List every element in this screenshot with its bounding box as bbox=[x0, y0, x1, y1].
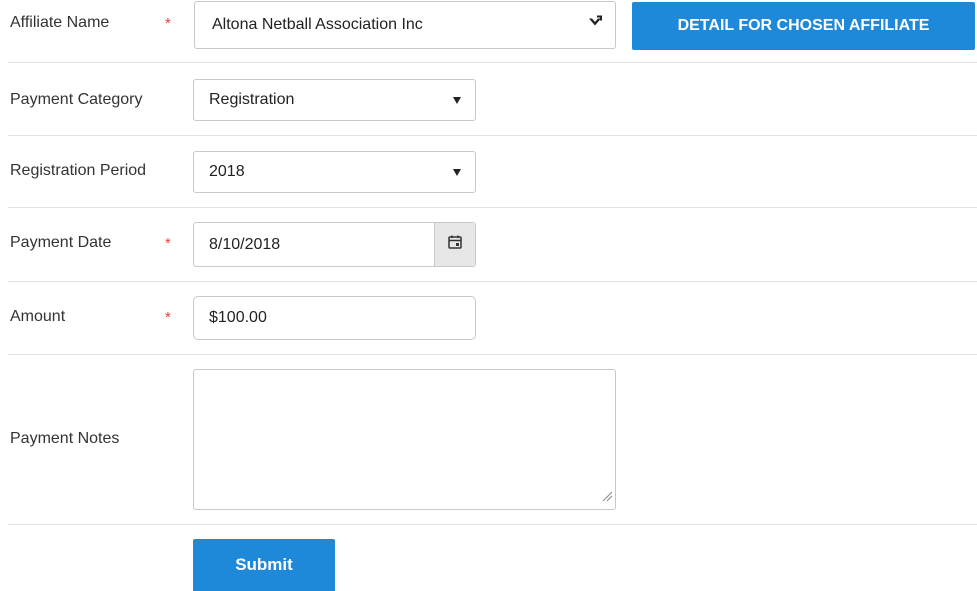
affiliate-name-value: Altona Netball Association Inc bbox=[212, 16, 423, 33]
payment-category-value: Registration bbox=[209, 91, 295, 108]
row-divider bbox=[8, 135, 977, 136]
calendar-icon bbox=[447, 234, 463, 255]
resize-grip-icon[interactable] bbox=[601, 489, 613, 507]
payment-date-input[interactable]: 8/10/2018 bbox=[193, 222, 476, 267]
payment-date-label: Payment Date bbox=[10, 234, 112, 251]
affiliate-name-select[interactable]: Altona Netball Association Inc bbox=[194, 1, 616, 49]
caret-down-icon bbox=[453, 169, 461, 176]
amount-required-mark: * bbox=[165, 309, 171, 326]
detail-for-chosen-affiliate-button[interactable]: DETAIL FOR CHOSEN AFFILIATE bbox=[632, 2, 975, 50]
payment-category-label: Payment Category bbox=[10, 91, 143, 108]
row-divider bbox=[8, 207, 977, 208]
payment-date-value: 8/10/2018 bbox=[209, 235, 281, 253]
registration-period-label: Registration Period bbox=[10, 162, 147, 179]
registration-period-select[interactable]: 2018 bbox=[193, 151, 476, 193]
row-divider bbox=[8, 62, 977, 63]
chevron-down-icon bbox=[587, 15, 603, 35]
registration-period-value: 2018 bbox=[209, 163, 245, 180]
calendar-button[interactable] bbox=[434, 223, 475, 266]
row-divider bbox=[8, 524, 977, 525]
payment-date-required-mark: * bbox=[165, 235, 171, 252]
affiliate-name-label: Affiliate Name bbox=[10, 14, 110, 31]
amount-label: Amount bbox=[10, 308, 66, 325]
amount-input[interactable]: $100.00 bbox=[193, 296, 476, 340]
caret-down-icon bbox=[453, 97, 461, 104]
payment-notes-textarea[interactable] bbox=[193, 369, 616, 510]
row-divider bbox=[8, 281, 977, 282]
affiliate-name-required-mark: * bbox=[165, 15, 171, 32]
payment-notes-label: Payment Notes bbox=[10, 430, 120, 447]
row-divider bbox=[8, 354, 977, 355]
submit-button[interactable]: Submit bbox=[193, 539, 335, 591]
amount-value: $100.00 bbox=[209, 309, 267, 326]
payment-category-select[interactable]: Registration bbox=[193, 79, 476, 121]
